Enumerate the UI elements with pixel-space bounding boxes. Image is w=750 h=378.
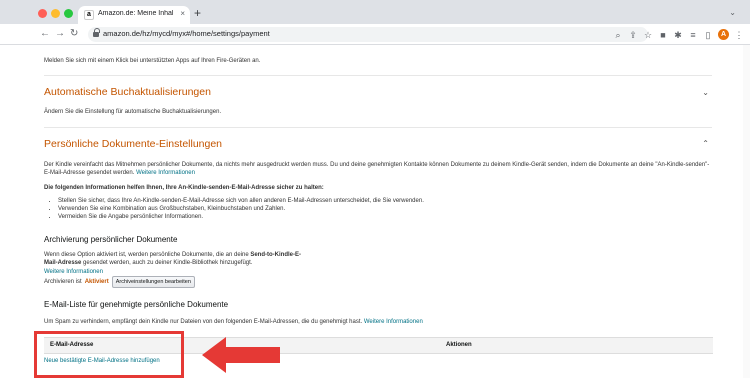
archive-status-row: Archivieren ist Aktiviert Archiveinstell… <box>44 276 195 288</box>
side-panel-icon[interactable]: ▯ <box>703 30 713 40</box>
auto-updates-desc: Ändern Sie die Einstellung für automatis… <box>44 109 222 115</box>
edit-archive-settings-button[interactable]: Archiveinstellungen bearbeiten <box>111 276 195 288</box>
security-tips-list: Stellen Sie sicher, dass Ihre An-Kindle-… <box>48 197 688 221</box>
page-content: Melden Sie sich mit einem Klick bei unte… <box>0 45 743 378</box>
list-item: Stellen Sie sicher, dass Ihre An-Kindle-… <box>58 197 688 205</box>
tab-title: Amazon.de: Meine Inhalte und <box>98 10 173 17</box>
divider <box>44 75 712 76</box>
email-list-title: E-Mail-Liste für genehmigte persönliche … <box>44 300 229 309</box>
url-text: amazon.de/hz/mycd/myx#/home/settings/pay… <box>103 29 270 38</box>
maximize-window-icon[interactable] <box>64 9 73 18</box>
browser-toolbar: ← → ↻ amazon.de/hz/mycd/myx#/home/settin… <box>0 24 750 45</box>
list-item: Verwenden Sie eine Kombination aus Großb… <box>58 205 688 213</box>
auto-updates-title[interactable]: Automatische Buchaktualisierungen <box>44 86 211 98</box>
list-item: Vermeiden Sie die Angabe persönlicher In… <box>58 213 688 221</box>
address-bar[interactable]: amazon.de/hz/mycd/myx#/home/settings/pay… <box>88 27 648 42</box>
menu-icon[interactable]: ⋮ <box>734 30 744 40</box>
divider <box>44 127 712 128</box>
reading-list-icon[interactable]: ≡ <box>688 30 698 40</box>
secure-heading: Die folgenden Informationen helfen Ihnen… <box>44 185 324 191</box>
email-list-text: Um Spam zu verhindern, empfängt dein Kin… <box>44 319 363 325</box>
archive-status-label: Archivieren ist <box>44 279 82 285</box>
share-icon[interactable]: ⇪ <box>628 30 638 40</box>
column-header-actions: Aktionen <box>446 342 472 348</box>
email-list-desc: Um Spam zu verhindern, empfängt dein Kin… <box>44 318 423 326</box>
reload-icon[interactable]: ↻ <box>70 28 78 40</box>
new-tab-button[interactable]: + <box>194 7 201 19</box>
intro-paragraph: Der Kindle vereinfacht das Mitnehmen per… <box>44 161 714 177</box>
amazon-favicon-icon: a <box>84 10 94 20</box>
close-tab-icon[interactable]: × <box>180 9 185 18</box>
toolbar-icons: ⌕ ⇪ ☆ ■ ✱ ≡ ▯ A ⋮ <box>613 27 744 42</box>
email-list-more-info-link[interactable]: Weitere Informationen <box>364 319 423 325</box>
archive-text: gesendet werden, auch zu deiner Kindle-B… <box>83 260 253 266</box>
tab-search-icon[interactable]: ⌄ <box>729 8 736 17</box>
browser-tab[interactable]: a Amazon.de: Meine Inhalte und × <box>78 6 190 24</box>
annotation-arrow-icon <box>202 337 280 373</box>
intro-more-info-link[interactable]: Weitere Informationen <box>136 170 195 176</box>
personal-docs-title[interactable]: Persönliche Dokumente-Einstellungen <box>44 138 222 150</box>
puzzle-extensions-icon[interactable]: ✱ <box>673 30 683 40</box>
chevron-up-icon[interactable]: ⌃ <box>702 139 709 148</box>
chevron-down-icon[interactable]: ⌄ <box>702 88 709 97</box>
archive-status-value: Aktiviert <box>84 279 109 285</box>
annotation-highlight-box <box>34 331 184 378</box>
back-icon[interactable]: ← <box>40 28 50 40</box>
lock-icon <box>93 28 100 37</box>
minimize-window-icon[interactable] <box>51 9 60 18</box>
archive-more-info-link[interactable]: Weitere Informationen <box>44 268 103 276</box>
forward-icon[interactable]: → <box>55 28 65 40</box>
bookmark-star-icon[interactable]: ☆ <box>643 30 653 40</box>
archive-description: Wenn diese Option aktiviert ist, werden … <box>44 251 309 267</box>
archive-text: Wenn diese Option aktiviert ist, werden … <box>44 252 249 258</box>
fire-note: Melden Sie sich mit einem Klick bei unte… <box>44 58 261 64</box>
profile-avatar[interactable]: A <box>718 29 729 40</box>
close-window-icon[interactable] <box>38 9 47 18</box>
archive-title: Archivierung persönlicher Dokumente <box>44 235 178 244</box>
extension-icon[interactable]: ■ <box>658 30 668 40</box>
zoom-icon[interactable]: ⌕ <box>613 30 623 40</box>
browser-tab-bar: a Amazon.de: Meine Inhalte und × + ⌄ <box>0 0 750 24</box>
page-scrollbar[interactable] <box>743 45 750 378</box>
